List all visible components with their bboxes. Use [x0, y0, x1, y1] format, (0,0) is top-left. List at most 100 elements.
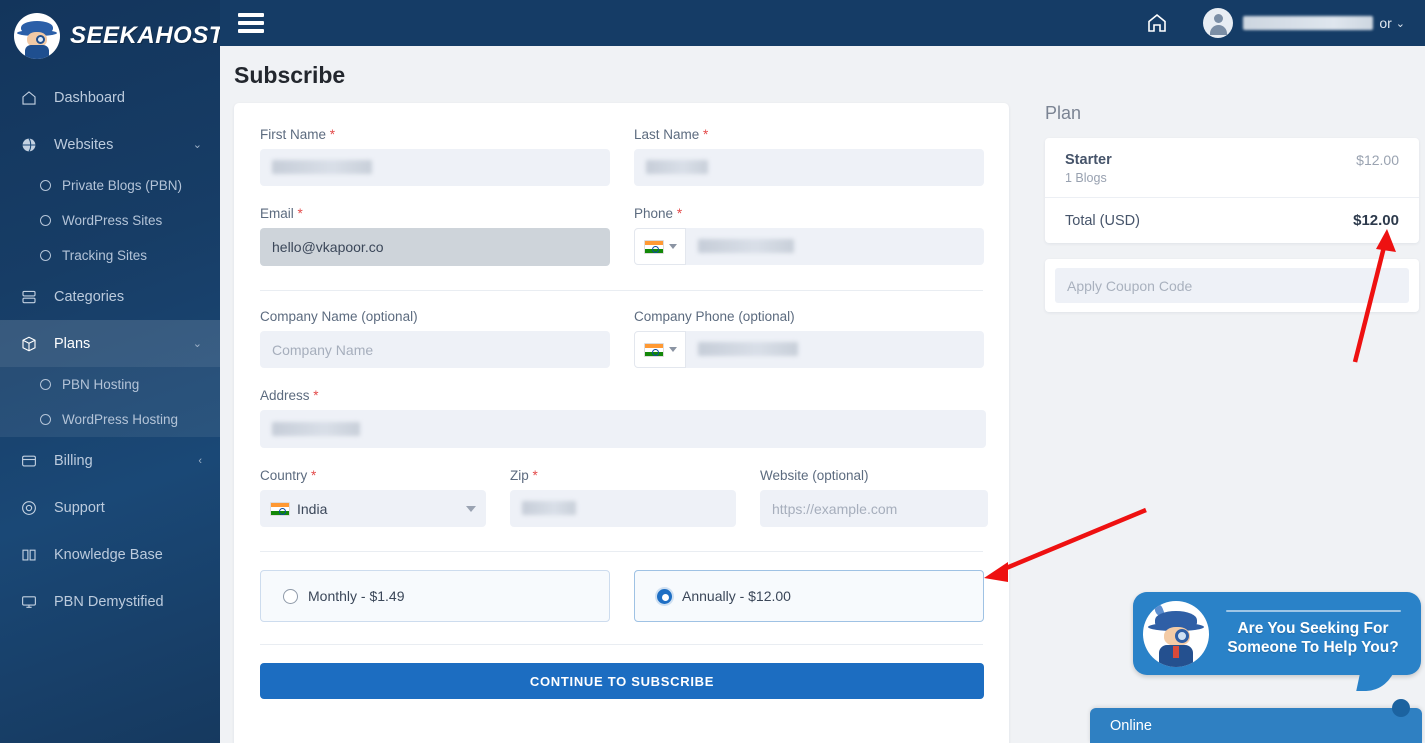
address-input[interactable]: [260, 410, 986, 448]
address-label: Address *: [260, 388, 986, 403]
sidebar-subitem-wordpress-sites[interactable]: WordPress Sites: [0, 203, 220, 238]
sidebar-subitem-tracking-sites[interactable]: Tracking Sites: [0, 238, 220, 273]
sidebar-item-plans[interactable]: Plans ⌄: [0, 320, 220, 367]
billing-option-annually[interactable]: Annually - $12.00: [634, 570, 984, 622]
billing-option-label: Annually - $12.00: [682, 588, 791, 604]
phone-redacted-value: [698, 239, 794, 253]
required-asterisk: *: [677, 206, 682, 221]
circle-icon: [40, 379, 51, 390]
field-group-company-name: Company Name (optional): [260, 309, 610, 368]
first-name-label: First Name *: [260, 127, 610, 142]
label-text: First Name: [260, 127, 326, 142]
label-text: Zip: [510, 468, 529, 483]
website-input[interactable]: [760, 490, 988, 527]
chat-invite-bubble[interactable]: Are You Seeking For Someone To Help You?: [1133, 592, 1421, 675]
circle-icon: [40, 250, 51, 261]
field-group-phone: Phone *: [634, 206, 984, 266]
field-group-website: Website (optional): [760, 468, 988, 527]
first-name-redacted-value: [272, 160, 372, 174]
plan-total-value: $12.00: [1353, 212, 1399, 229]
server-icon: [18, 286, 40, 308]
plan-subtitle: 1 Blogs: [1065, 171, 1112, 185]
subscribe-form-card: First Name * Last Name *: [234, 103, 1009, 743]
field-group-last-name: Last Name *: [634, 127, 984, 186]
sidebar-item-label: Dashboard: [54, 90, 202, 106]
plan-name: Starter: [1065, 152, 1112, 168]
required-asterisk: *: [703, 127, 708, 142]
chevron-down-icon: ⌄: [193, 337, 202, 350]
email-field[interactable]: [260, 228, 610, 266]
sidebar-item-knowledge-base[interactable]: Knowledge Base: [0, 531, 220, 578]
field-group-address: Address *: [260, 388, 986, 448]
required-asterisk: *: [298, 206, 303, 221]
india-flag-icon: [270, 502, 290, 516]
sidebar-subitem-label: PBN Hosting: [62, 377, 139, 392]
page-title: Subscribe: [220, 46, 1425, 89]
sidebar-item-label: Support: [54, 500, 202, 516]
app-root: SEEKAHOST TM Dashboard Websites ⌄ Priv: [0, 0, 1425, 743]
chat-message-line1: Are You Seeking For: [1217, 619, 1409, 638]
brand-name: SEEKAHOST: [70, 24, 220, 48]
sidebar-subitem-private-blogs[interactable]: Private Blogs (PBN): [0, 168, 220, 203]
field-group-first-name: First Name *: [260, 127, 610, 186]
phone-country-selector[interactable]: [634, 228, 686, 265]
plan-total-row: Total (USD) $12.00: [1045, 198, 1419, 243]
chat-badge-dot: [1392, 699, 1410, 717]
circle-icon: [40, 414, 51, 425]
company-name-label: Company Name (optional): [260, 309, 610, 324]
sidebar: SEEKAHOST TM Dashboard Websites ⌄ Priv: [0, 0, 220, 743]
chevron-down-icon: ⌄: [1396, 17, 1405, 30]
sidebar-item-billing[interactable]: Billing ‹: [0, 437, 220, 484]
billing-option-monthly[interactable]: Monthly - $1.49: [260, 570, 610, 622]
country-label: Country *: [260, 468, 486, 483]
user-menu[interactable]: or ⌄: [1203, 8, 1405, 38]
sidebar-item-label: Knowledge Base: [54, 547, 202, 563]
coupon-code-input[interactable]: [1055, 268, 1409, 303]
sidebar-item-categories[interactable]: Categories: [0, 273, 220, 320]
website-label: Website (optional): [760, 468, 988, 483]
field-group-email: Email *: [260, 206, 610, 266]
radio-icon[interactable]: [283, 589, 298, 604]
chat-status-bar[interactable]: Online: [1090, 708, 1422, 743]
country-selected-value: India: [297, 501, 327, 517]
sidebar-subitem-pbn-hosting[interactable]: PBN Hosting: [0, 367, 220, 402]
sidebar-item-dashboard[interactable]: Dashboard: [0, 74, 220, 121]
detective-logo-icon: [14, 13, 60, 59]
top-bar: or ⌄: [220, 0, 1425, 46]
sidebar-subitem-label: WordPress Hosting: [62, 412, 178, 427]
sidebar-item-pbn-demystified[interactable]: PBN Demystified: [0, 578, 220, 625]
sidebar-item-label: Plans: [54, 336, 193, 352]
lifebuoy-icon: [18, 497, 40, 519]
home-icon[interactable]: [1145, 11, 1169, 35]
sidebar-subitem-label: Tracking Sites: [62, 248, 147, 263]
zip-redacted-value: [522, 501, 576, 515]
brand-logo-area[interactable]: SEEKAHOST TM: [0, 0, 220, 72]
sidebar-nav: Dashboard Websites ⌄ Private Blogs (PBN)…: [0, 72, 220, 625]
country-select[interactable]: India: [260, 490, 486, 527]
company-phone-country-selector[interactable]: [634, 331, 686, 368]
sidebar-subitem-wordpress-hosting[interactable]: WordPress Hosting: [0, 402, 220, 437]
plan-line-item: Starter 1 Blogs $12.00: [1045, 138, 1419, 197]
username-redacted: [1243, 16, 1373, 30]
section-divider: [260, 290, 983, 291]
sidebar-item-label: PBN Demystified: [54, 594, 202, 610]
radio-icon-selected[interactable]: [657, 589, 672, 604]
field-group-country: Country * India: [260, 468, 486, 527]
sidebar-item-websites[interactable]: Websites ⌄: [0, 121, 220, 168]
address-redacted-value: [272, 422, 360, 436]
monitor-icon: [18, 591, 40, 613]
billing-divider: [260, 551, 983, 552]
chevron-down-icon: [669, 347, 677, 352]
sidebar-item-support[interactable]: Support: [0, 484, 220, 531]
required-asterisk: *: [330, 127, 335, 142]
last-name-redacted-value: [646, 160, 708, 174]
sidebar-subitem-label: Private Blogs (PBN): [62, 178, 182, 193]
username-suffix: or: [1379, 15, 1391, 31]
plan-price: $12.00: [1356, 152, 1399, 168]
plan-card: Starter 1 Blogs $12.00 Total (USD) $12.0…: [1045, 138, 1419, 243]
company-name-input[interactable]: [260, 331, 610, 368]
company-phone-label: Company Phone (optional): [634, 309, 984, 324]
hamburger-icon[interactable]: [238, 9, 264, 37]
book-icon: [18, 544, 40, 566]
continue-to-subscribe-button[interactable]: CONTINUE TO SUBSCRIBE: [260, 663, 984, 699]
